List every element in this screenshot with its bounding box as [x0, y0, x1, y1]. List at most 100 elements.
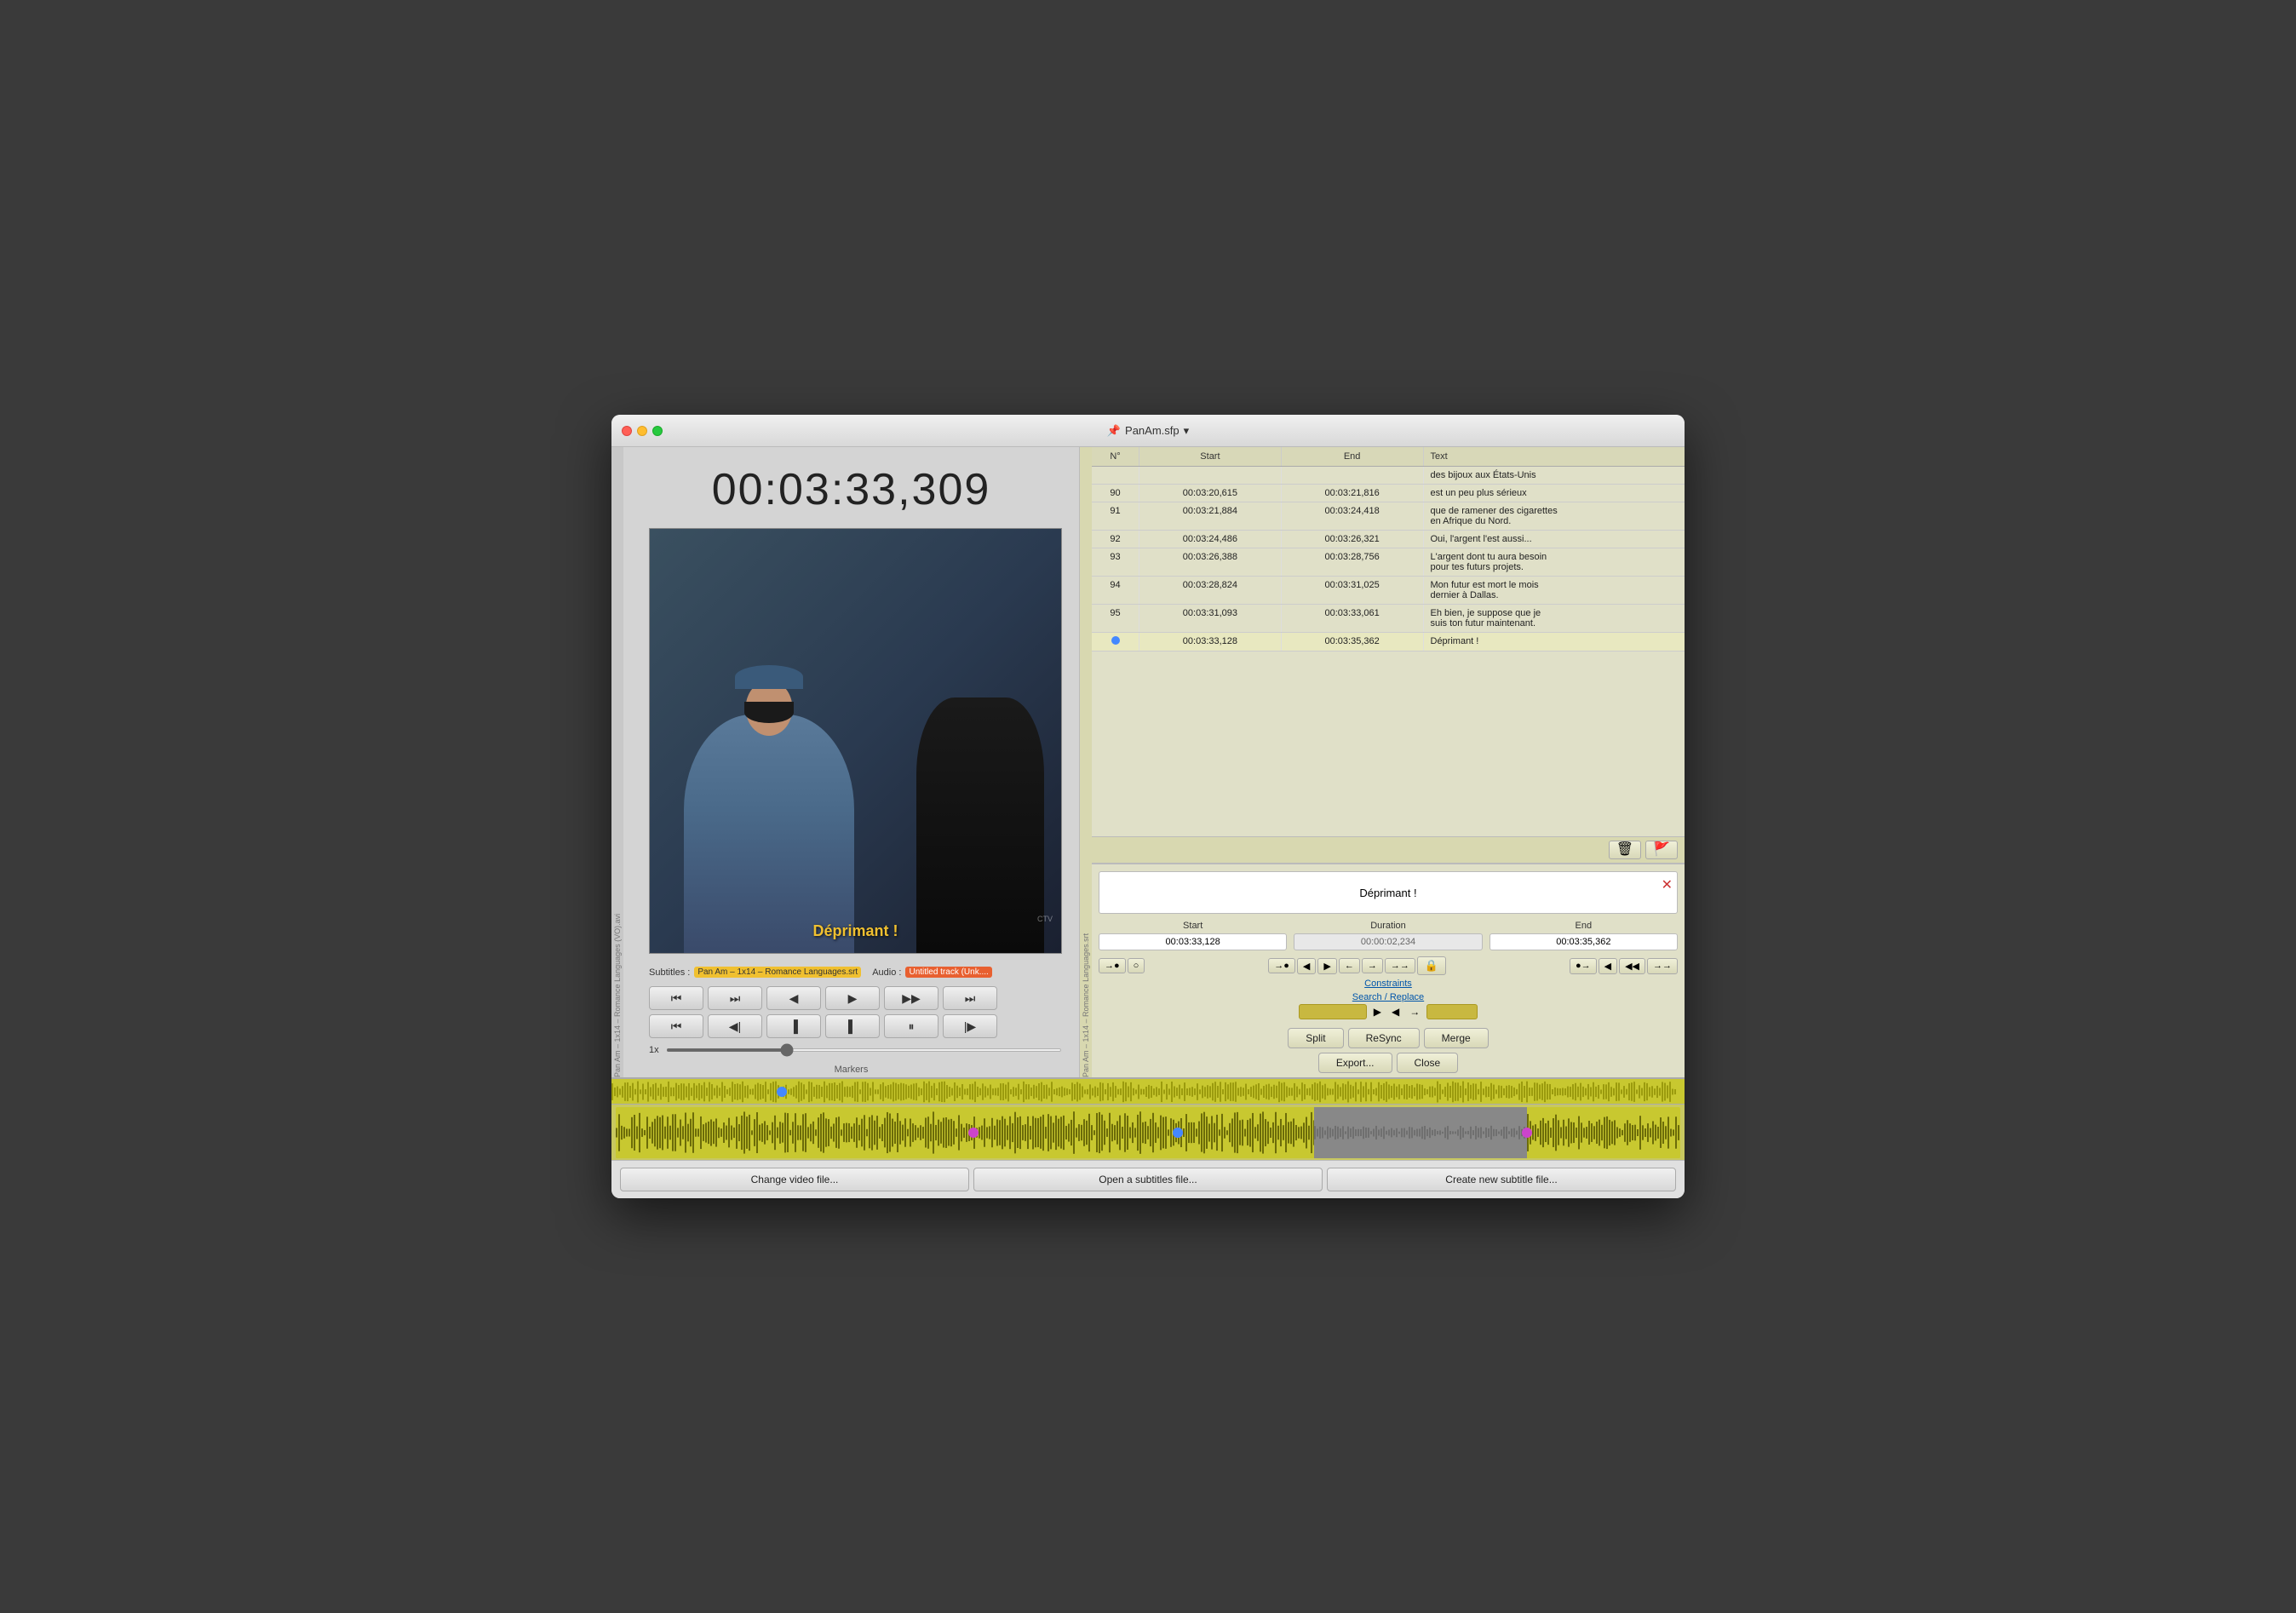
- export-button[interactable]: Export...: [1318, 1053, 1392, 1073]
- end-snap-btn[interactable]: ◀: [1599, 958, 1617, 974]
- fast-forward-btn[interactable]: ▶▶: [884, 986, 938, 1010]
- audio-file-badge: Untitled track (Unk....: [905, 967, 991, 978]
- skip-to-end-btn[interactable]: ⏭: [943, 986, 997, 1010]
- timing-start-input[interactable]: [1099, 933, 1287, 950]
- cell-n: 92: [1092, 531, 1139, 548]
- rewind-btn[interactable]: ⏭: [708, 986, 762, 1010]
- table-row[interactable]: 9200:03:24,48600:03:26,321Oui, l'argent …: [1092, 531, 1685, 548]
- col-header-text: Text: [1423, 447, 1685, 467]
- video-subtitle-overlay: Déprimant !: [812, 922, 898, 940]
- prev-frame-btn[interactable]: ◀: [1297, 958, 1316, 974]
- end-fwd-btn[interactable]: →→: [1647, 958, 1678, 974]
- mini-tl-back-btn[interactable]: ◀: [1388, 1004, 1403, 1019]
- close-button[interactable]: [622, 426, 632, 436]
- mark-out-btn[interactable]: ▌: [825, 1014, 880, 1038]
- action-buttons-row: Split ReSync Merge: [1092, 1024, 1685, 1053]
- table-row[interactable]: 9000:03:20,61500:03:21,816est un peu plu…: [1092, 485, 1685, 502]
- cell-n: 95: [1092, 605, 1139, 633]
- skip-to-start-btn[interactable]: ⏮: [649, 986, 703, 1010]
- start-controls: →● ○: [1099, 958, 1145, 973]
- subtitle-file-badge: Pan Am – 1x14 – Romance Languages.srt: [694, 967, 861, 978]
- split-button[interactable]: Split: [1288, 1028, 1343, 1048]
- back-btn[interactable]: ←: [1339, 958, 1360, 973]
- timecode-display: 00:03:33,309: [623, 447, 1079, 524]
- open-subtitles-btn[interactable]: Open a subtitles file...: [973, 1168, 1323, 1191]
- cell-n: 93: [1092, 548, 1139, 577]
- video-scene: Déprimant ! CTV: [650, 529, 1061, 953]
- end-back-btn[interactable]: ◀◀: [1619, 958, 1645, 974]
- play-btn[interactable]: ▶: [825, 986, 880, 1010]
- change-video-btn[interactable]: Change video file...: [620, 1168, 969, 1191]
- subtitle-text-content: Déprimant !: [1359, 887, 1416, 899]
- minimize-button[interactable]: [637, 426, 647, 436]
- lock-btn[interactable]: 🔒: [1417, 956, 1446, 975]
- table-row[interactable]: 9300:03:26,38800:03:28,756L'argent dont …: [1092, 548, 1685, 577]
- left-panel: Pan Am – 1x14 – Romance Languages (VO).a…: [611, 447, 1080, 1077]
- subtitle-table: N° Start End Text des bijoux aux États-U…: [1092, 447, 1685, 837]
- timing-end-input[interactable]: [1490, 933, 1678, 950]
- toolbar-delete-btn[interactable]: 🗑: [1609, 841, 1641, 859]
- resync-button[interactable]: ReSync: [1348, 1028, 1420, 1048]
- maximize-button[interactable]: [652, 426, 663, 436]
- start-goto-btn[interactable]: →●: [1099, 958, 1126, 973]
- table-row[interactable]: des bijoux aux États-Unis: [1092, 467, 1685, 485]
- pin-icon: 📌: [1107, 424, 1121, 438]
- cell-end: 00:03:21,816: [1281, 485, 1423, 502]
- end-goto-btn[interactable]: ●→: [1570, 958, 1597, 974]
- bottom-section: 20.0s: [611, 1077, 1685, 1160]
- mini-timeline-bar-1: [1299, 1004, 1367, 1019]
- right-panel: Pan Am – 1x14 – Romance Languages.srt N°…: [1080, 447, 1685, 1077]
- edit-panel: Déprimant ! ✕ Start Duration: [1092, 864, 1685, 1077]
- subtitles-table-element: N° Start End Text des bijoux aux États-U…: [1092, 447, 1685, 652]
- timing-end-label: End: [1576, 921, 1593, 931]
- fwd2-btn[interactable]: →→: [1385, 958, 1415, 973]
- cell-n: 91: [1092, 502, 1139, 531]
- cell-end: 00:03:28,756: [1281, 548, 1423, 577]
- waveform-overview[interactable]: [611, 1079, 1685, 1105]
- speed-slider[interactable]: [666, 1048, 1062, 1052]
- mark-in-btn[interactable]: ▐: [766, 1014, 821, 1038]
- cell-text: que de ramener des cigarettesen Afrique …: [1423, 502, 1685, 531]
- titlebar: 📌 PanAm.sfp ▾: [611, 415, 1685, 447]
- cell-text: Déprimant !: [1423, 633, 1685, 652]
- timing-row: Start Duration End: [1092, 921, 1685, 955]
- table-row[interactable]: 9400:03:28,82400:03:31,025Mon futur est …: [1092, 577, 1685, 605]
- next-sub-btn[interactable]: |▶: [943, 1014, 997, 1038]
- cell-n: 94: [1092, 577, 1139, 605]
- mini-tl-play-btn[interactable]: ▶: [1370, 1004, 1385, 1019]
- mini-timeline: ▶ ◀ →: [1092, 1004, 1685, 1024]
- play-mid-btn[interactable]: ▶: [1317, 958, 1336, 974]
- search-replace-link[interactable]: Search / Replace: [1092, 990, 1685, 1004]
- table-row[interactable]: 00:03:33,12800:03:35,362Déprimant !: [1092, 633, 1685, 652]
- subtitle-text-edit-area: Déprimant ! ✕: [1099, 871, 1678, 914]
- col-header-start: Start: [1139, 447, 1282, 467]
- fwd-btn[interactable]: →: [1362, 958, 1383, 973]
- end-controls: ●→ ◀ ◀◀ →→: [1570, 958, 1678, 974]
- timing-end-section: End: [1490, 921, 1678, 950]
- merge-button[interactable]: Merge: [1424, 1028, 1489, 1048]
- markers-label: Markers: [623, 1062, 1079, 1077]
- transport-controls: ⏮ ⏭ ◀ ▶ ▶▶ ⏭ ⏮ ◀| ▐ ▌ ⏸: [623, 982, 1079, 1062]
- goto-start-btn[interactable]: ⏮: [649, 1014, 703, 1038]
- prev-sub-btn[interactable]: ◀|: [708, 1014, 762, 1038]
- constraints-link[interactable]: Constraints: [1092, 977, 1685, 990]
- close-button[interactable]: Close: [1397, 1053, 1459, 1073]
- video-watermark: CTV: [1037, 915, 1053, 923]
- subtitle-delete-icon[interactable]: ✕: [1662, 876, 1673, 893]
- table-row[interactable]: 9500:03:31,09300:03:33,061Eh bien, je su…: [1092, 605, 1685, 633]
- create-subtitle-btn[interactable]: Create new subtitle file...: [1327, 1168, 1676, 1191]
- toolbar-flag-btn[interactable]: 🚩: [1645, 841, 1678, 859]
- traffic-lights: [622, 426, 663, 436]
- waveform-detail[interactable]: [616, 1107, 1680, 1158]
- waveform-detail-row: 20.0s: [611, 1105, 1685, 1160]
- table-header-row: N° Start End Text: [1092, 447, 1685, 467]
- left-panel-inner: 00:03:33,309: [623, 447, 1079, 1077]
- chevron-icon: ▾: [1184, 424, 1190, 438]
- mini-tl-fwd-btn[interactable]: →: [1406, 1004, 1423, 1019]
- action-buttons-row-2: Export... Close: [1092, 1053, 1685, 1077]
- start-snap-btn[interactable]: ○: [1128, 958, 1145, 973]
- pause-btn[interactable]: ⏸: [884, 1014, 938, 1038]
- play-from-start-btn[interactable]: →●: [1268, 958, 1295, 973]
- step-back-btn[interactable]: ◀: [766, 986, 821, 1010]
- table-row[interactable]: 9100:03:21,88400:03:24,418que de ramener…: [1092, 502, 1685, 531]
